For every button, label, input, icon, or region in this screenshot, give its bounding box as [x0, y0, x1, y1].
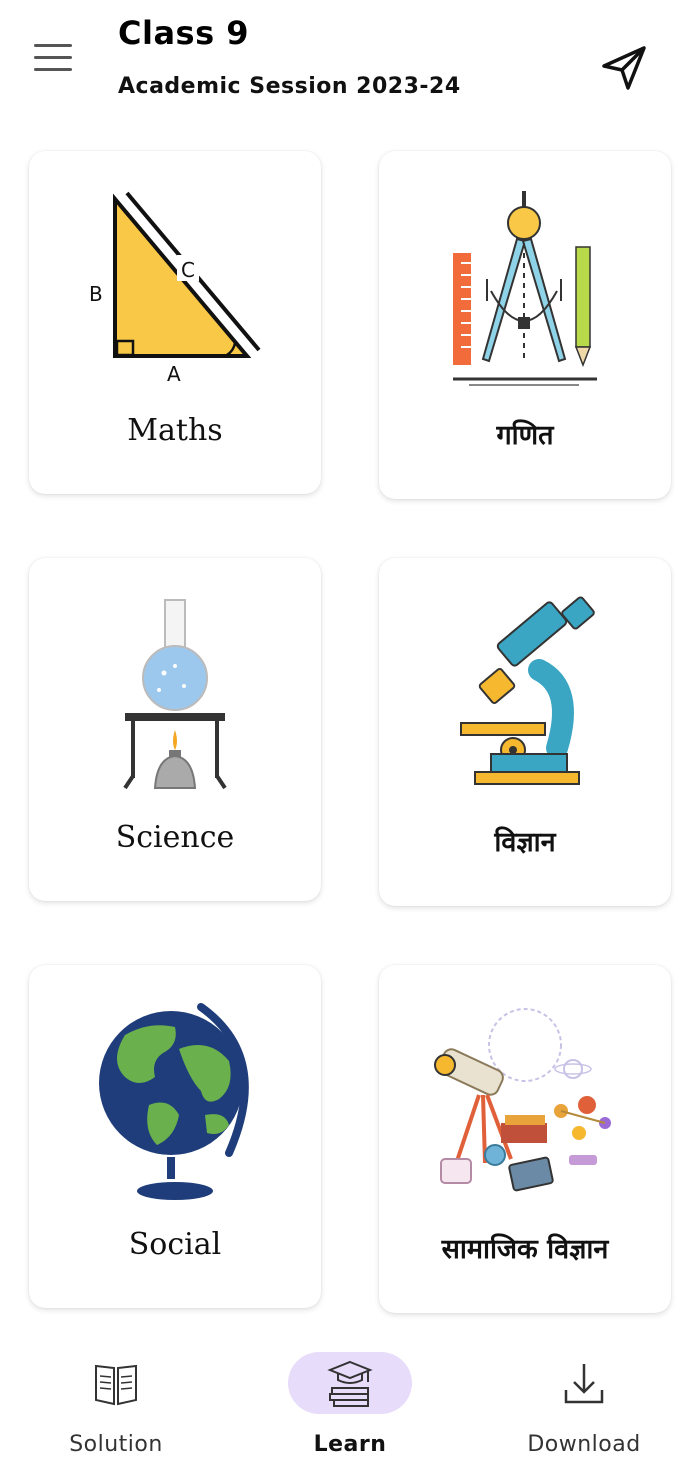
nav-item-download[interactable]: Download [490, 1340, 690, 1470]
send-icon[interactable] [600, 44, 648, 92]
subject-card-ganit[interactable]: गणित [379, 151, 671, 499]
subject-label: सामाजिक विज्ञान [441, 1234, 609, 1265]
subject-card-samajik-vigyan[interactable]: सामाजिक विज्ञान [379, 965, 671, 1313]
nav-item-learn[interactable]: Learn [256, 1340, 456, 1470]
graduation-books-icon [326, 1356, 374, 1408]
flask-burner-icon [29, 558, 321, 808]
bottom-navigation: Solution Learn Download [0, 1340, 700, 1483]
subject-card-social[interactable]: Social [29, 965, 321, 1308]
download-icon [560, 1356, 608, 1408]
hamburger-menu-icon[interactable] [34, 44, 74, 76]
open-book-icon [92, 1356, 140, 1408]
page-subtitle: Academic Session 2023-24 [118, 74, 461, 99]
triangle-label-b: B [89, 282, 103, 306]
globe-icon [29, 965, 321, 1215]
subject-label: विज्ञान [494, 827, 556, 858]
nav-label: Download [527, 1432, 641, 1457]
page-title: Class 9 [118, 14, 250, 52]
subject-card-maths[interactable]: B C A Maths [29, 151, 321, 494]
triangle-label-a: A [167, 362, 181, 386]
subject-label: Social [128, 1227, 222, 1262]
nav-label: Learn [313, 1432, 387, 1457]
nav-label: Solution [69, 1432, 163, 1457]
triangle-label-c: C [181, 258, 195, 282]
subject-label: गणित [496, 420, 554, 451]
subject-card-vigyan[interactable]: विज्ञान [379, 558, 671, 906]
subject-card-science[interactable]: Science [29, 558, 321, 901]
geometry-tools-icon [379, 151, 671, 401]
right-triangle-icon: B C A [29, 151, 321, 401]
microscope-icon [379, 558, 671, 808]
astronomy-tools-icon [379, 965, 671, 1215]
subject-label: Science [115, 820, 235, 855]
subject-label: Maths [127, 413, 223, 448]
nav-item-solution[interactable]: Solution [22, 1340, 222, 1470]
app-header: Class 9 Academic Session 2023-24 [0, 0, 700, 130]
